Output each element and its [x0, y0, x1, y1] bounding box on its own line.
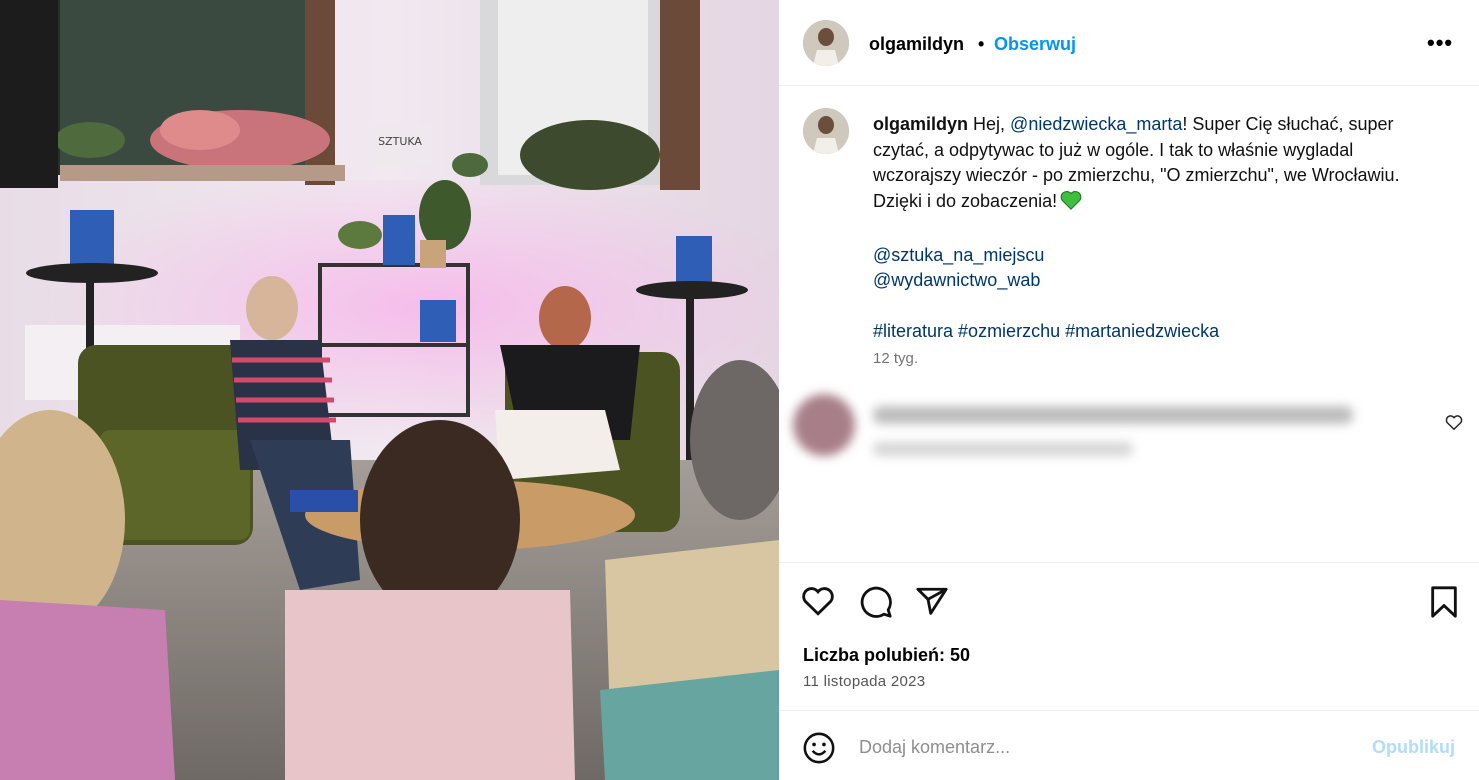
- post-photo[interactable]: SZTUKA: [0, 0, 779, 780]
- header-separator: •: [978, 34, 985, 54]
- mention-link[interactable]: @niedzwiecka_marta: [1010, 114, 1182, 134]
- caption-text: Dzięki i do zobaczenia!: [873, 190, 1058, 211]
- caption-author-avatar[interactable]: [803, 108, 849, 154]
- more-icon[interactable]: •••: [1427, 30, 1453, 56]
- caption-username[interactable]: olgamildyn: [873, 114, 968, 134]
- author-avatar[interactable]: [803, 20, 849, 66]
- caption-text: Hej,: [973, 114, 1011, 134]
- follow-button[interactable]: Obserwuj: [994, 34, 1076, 55]
- author-username[interactable]: olgamildyn: [869, 34, 964, 55]
- mention-link[interactable]: @sztuka_na_miejscu: [873, 243, 1463, 269]
- comment-icon[interactable]: [859, 585, 893, 624]
- comment-like-icon[interactable]: [1445, 414, 1463, 436]
- sztuka-sign: SZTUKA: [378, 135, 422, 148]
- publish-button[interactable]: Opublikuj: [1372, 737, 1455, 758]
- caption-line-2: czytać, a odpytywac to już w ogóle. I ta…: [873, 139, 1354, 160]
- mention-link[interactable]: @wydawnictwo_wab: [873, 268, 1463, 294]
- caption-line-4: Dzięki i do zobaczenia!: [873, 189, 1463, 218]
- post-actions: Liczba polubień: 50 11 listopada 2023: [779, 562, 1479, 710]
- blurred-comment: [793, 388, 1393, 468]
- caption-text: ! Super Cię słuchać, super: [1182, 114, 1394, 134]
- hashtags-link[interactable]: #literatura #ozmierzchu #martaniedzwieck…: [873, 319, 1463, 345]
- comment-input[interactable]: [857, 733, 1331, 761]
- caption-line-3: wczorajszy wieczór - po zmierzchu, "O zm…: [873, 165, 1400, 185]
- caption-time: 12 tyg.: [873, 350, 919, 367]
- emoji-icon[interactable]: [802, 731, 836, 770]
- post-header: olgamildyn • Obserwuj •••: [779, 0, 1479, 86]
- comment-composer: Opublikuj: [779, 710, 1479, 780]
- post-details-panel: olgamildyn • Obserwuj ••• olgamildyn Hej…: [779, 0, 1479, 780]
- post-date: 11 listopada 2023: [803, 673, 926, 690]
- likes-count[interactable]: Liczba polubień: 50: [803, 645, 970, 666]
- share-icon[interactable]: [915, 585, 949, 624]
- post-caption: olgamildyn Hej, @niedzwiecka_marta! Supe…: [873, 112, 1463, 345]
- bookmark-icon[interactable]: [1429, 585, 1459, 624]
- post-photo-image: SZTUKA: [0, 0, 779, 780]
- green-heart-icon: [1060, 190, 1082, 218]
- caption-line-1: olgamildyn Hej, @niedzwiecka_marta! Supe…: [873, 112, 1463, 138]
- like-icon[interactable]: [801, 585, 835, 622]
